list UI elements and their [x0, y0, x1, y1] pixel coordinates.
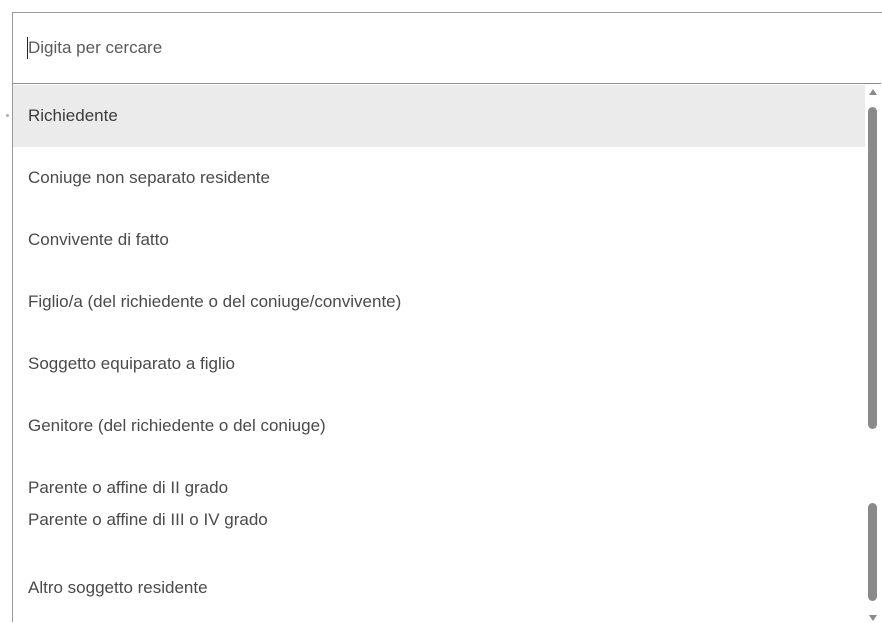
left-edge-mark	[6, 114, 9, 117]
option-soggetto-equiparato[interactable]: Soggetto equiparato a figlio	[13, 333, 865, 395]
option-figlio[interactable]: Figlio/a (del richiedente o del coniuge/…	[13, 271, 865, 333]
option-altro-soggetto[interactable]: Altro soggetto residente	[13, 551, 865, 623]
option-parente-iii-iv-grado[interactable]: Parente o affine di III o IV grado	[13, 507, 865, 551]
text-caret	[27, 37, 28, 59]
option-richiedente[interactable]: Richiedente	[13, 85, 865, 147]
scrollbar-thumb-lower[interactable]	[868, 503, 877, 601]
search-input[interactable]	[28, 33, 848, 63]
option-parente-ii-grado[interactable]: Parente o affine di II grado	[13, 457, 865, 507]
scrollbar[interactable]	[865, 85, 881, 623]
options-list: Richiedente Coniuge non separato residen…	[13, 85, 865, 623]
dropdown-panel: Richiedente Coniuge non separato residen…	[12, 12, 882, 622]
option-coniuge[interactable]: Coniuge non separato residente	[13, 147, 865, 209]
option-convivente[interactable]: Convivente di fatto	[13, 209, 865, 271]
scrollbar-thumb-upper[interactable]	[868, 107, 877, 429]
option-genitore[interactable]: Genitore (del richiedente o del coniuge)	[13, 395, 865, 457]
scroll-up-icon[interactable]	[869, 89, 877, 95]
search-box	[13, 13, 881, 84]
scroll-down-icon[interactable]	[869, 615, 877, 621]
